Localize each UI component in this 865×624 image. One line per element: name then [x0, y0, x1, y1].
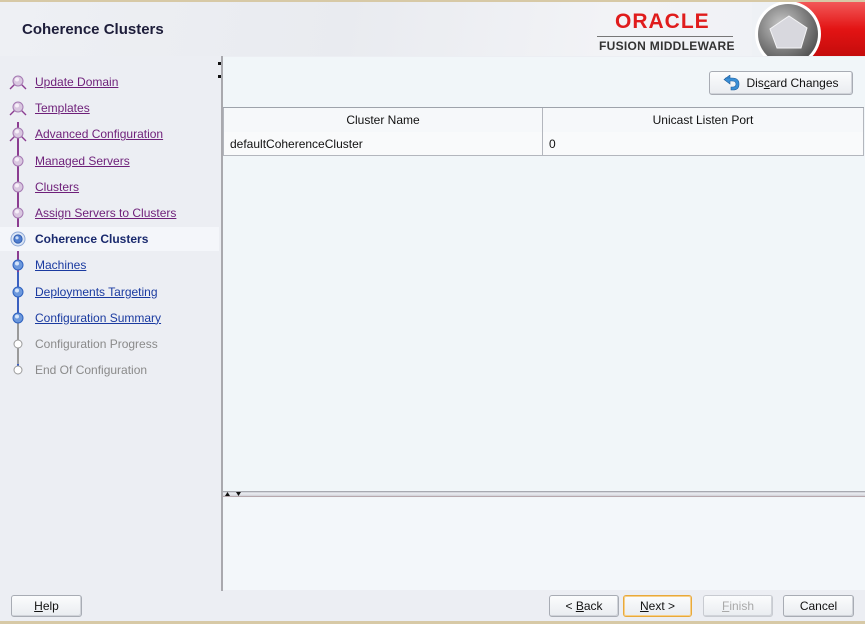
sidebar-step-machines[interactable]: Machines [0, 253, 219, 277]
step-label[interactable]: Advanced Configuration [35, 127, 163, 141]
step-label[interactable]: Configuration Summary [35, 311, 161, 325]
help-button[interactable]: Help [11, 595, 82, 617]
finish-button[interactable]: Finish [703, 595, 773, 617]
oracle-logo: ORACLE FUSION MIDDLEWARE [597, 10, 739, 54]
empty-node-icon [9, 362, 27, 378]
step-node-icon [9, 284, 27, 300]
sidebar-step-assign-servers-to-clusters[interactable]: Assign Servers to Clusters [0, 201, 219, 225]
cancel-button[interactable]: Cancel [783, 595, 854, 617]
pentagon-emblem-icon [752, 2, 865, 56]
sidebar-step-advanced-configuration[interactable]: Advanced Configuration [0, 122, 219, 146]
panel-split-divider[interactable] [223, 491, 865, 497]
cell-cluster-name[interactable]: defaultCoherenceCluster [223, 132, 543, 156]
step-label[interactable]: Managed Servers [35, 154, 130, 168]
sidebar-step-update-domain[interactable]: Update Domain [0, 70, 219, 94]
step-label: End Of Configuration [35, 363, 147, 377]
sidebar-step-managed-servers[interactable]: Managed Servers [0, 149, 219, 173]
collapse-up-arrow-icon[interactable] [225, 492, 230, 496]
header-banner: Coherence Clusters ORACLE FUSION MIDDLEW… [0, 2, 865, 56]
branch-node-icon [9, 74, 27, 90]
branch-node-icon [9, 100, 27, 116]
step-node-icon [9, 179, 27, 195]
step-node-icon [9, 310, 27, 326]
sidebar-step-end-of-configuration: End Of Configuration [0, 358, 219, 382]
step-label: Configuration Progress [35, 337, 158, 351]
step-label[interactable]: Assign Servers to Clusters [35, 206, 176, 220]
cell-unicast-listen-port[interactable]: 0 [543, 132, 864, 156]
logo-brand: ORACLE [615, 10, 710, 34]
undo-icon [723, 75, 741, 91]
table-row[interactable]: defaultCoherenceCluster 0 [223, 132, 864, 156]
empty-node-icon [9, 336, 27, 352]
sidebar-step-configuration-summary[interactable]: Configuration Summary [0, 306, 219, 330]
step-node-icon [9, 153, 27, 169]
expand-down-arrow-icon[interactable] [236, 492, 241, 496]
step-label[interactable]: Templates [35, 101, 90, 115]
wizard-steps-sidebar: Update Domain Templates Advanced Configura… [0, 56, 219, 586]
step-node-icon [9, 205, 27, 221]
current-step-icon [9, 231, 27, 247]
step-label[interactable]: Machines [35, 258, 86, 272]
details-panel [223, 498, 865, 590]
sidebar-step-deployments-targeting[interactable]: Deployments Targeting [0, 280, 219, 304]
sidebar-step-configuration-progress: Configuration Progress [0, 332, 219, 356]
logo-product: FUSION MIDDLEWARE [599, 39, 735, 53]
table-header-row: Cluster Name Unicast Listen Port [223, 108, 864, 132]
sidebar-step-clusters[interactable]: Clusters [0, 175, 219, 199]
sidebar-step-templates[interactable]: Templates [0, 96, 219, 120]
step-label[interactable]: Update Domain [35, 75, 118, 89]
coherence-clusters-table: Cluster Name Unicast Listen Port default… [223, 107, 864, 156]
step-label[interactable]: Clusters [35, 180, 79, 194]
branch-node-icon [9, 126, 27, 142]
next-button[interactable]: Next > [623, 595, 692, 617]
sidebar-step-coherence-clusters: Coherence Clusters [0, 227, 219, 251]
logo-divider [597, 36, 733, 37]
page-title: Coherence Clusters [22, 21, 164, 38]
column-header-cluster-name[interactable]: Cluster Name [223, 108, 543, 133]
column-header-unicast-listen-port[interactable]: Unicast Listen Port [543, 108, 864, 133]
step-node-icon [9, 257, 27, 273]
step-label[interactable]: Deployments Targeting [35, 285, 158, 299]
discard-changes-label: Discard Changes [746, 76, 838, 90]
step-label: Coherence Clusters [35, 232, 148, 246]
back-button[interactable]: < Back [549, 595, 619, 617]
discard-changes-button[interactable]: Discard Changes [709, 71, 853, 95]
